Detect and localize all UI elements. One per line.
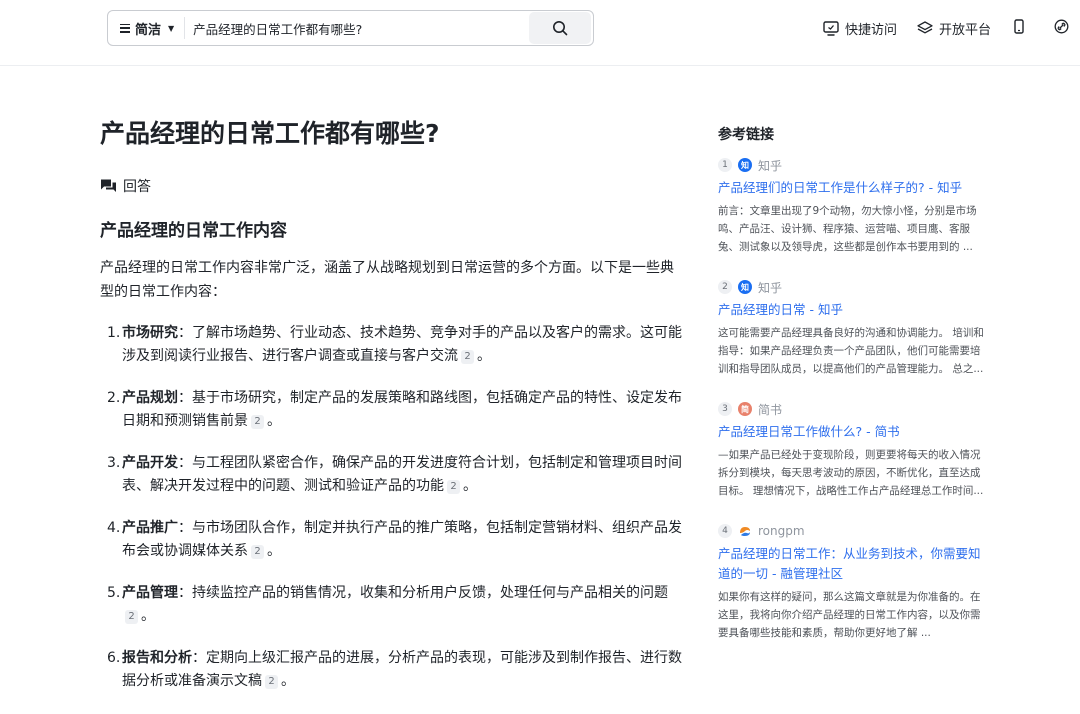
citation-badge[interactable]: 2	[125, 610, 138, 624]
reference-link[interactable]: 产品经理的日常 - 知乎	[718, 300, 988, 320]
reference-links-panel: 参考链接 1 知 知乎 产品经理们的日常工作是什么样子的? - 知乎 前言：文章…	[718, 125, 988, 642]
list-item: 6. 报告和分析：定期向上级汇报产品的进展，分析产品的表现，可能涉及到制作报告、进…	[100, 647, 684, 693]
search-input[interactable]	[185, 13, 529, 43]
list-item-number: 4.	[107, 520, 121, 536]
list-item-end: 。	[477, 348, 491, 364]
nav-quick-label: 快捷访问	[845, 23, 898, 38]
reference-site: 知乎	[758, 158, 783, 173]
reference-number: 2	[718, 280, 732, 294]
reference-item: 2 知 知乎 产品经理的日常 - 知乎 这可能需要产品经理具备良好的沟通和协调能…	[718, 278, 988, 378]
list-item: 5. 产品管理：持续监控产品的销售情况，收集和分析用户反馈，处理任何与产品相关的问…	[100, 582, 684, 628]
page-title: 产品经理的日常工作都有哪些?	[100, 119, 440, 148]
nav-open-label: 开放平台	[939, 23, 992, 38]
list-item-number: 6.	[107, 650, 121, 666]
reference-snippet: —如果产品已经处于变现阶段，则更要将每天的收入情况拆分到模块，每天思考波动的原因…	[718, 449, 984, 497]
reference-site: 简书	[758, 402, 783, 417]
list-item-term: 产品管理	[122, 585, 178, 601]
reference-number: 1	[718, 158, 732, 172]
list-item-term: 报告和分析	[122, 650, 192, 666]
list-item-term: 产品推广	[122, 520, 178, 536]
search-button[interactable]	[529, 12, 591, 44]
reference-item: 4 rongpm 产品经理的日常工作：从业务到技术，你需要知道的一切 - 融管理…	[718, 522, 988, 642]
list-item-text: ：持续监控产品的销售情况，收集和分析用户反馈，处理任何与产品相关的问题	[178, 585, 668, 601]
reference-item: 3 简 简书 产品经理日常工作做什么? - 简书 —如果产品已经处于变现阶段，则…	[718, 400, 988, 500]
link-icon	[1054, 19, 1069, 34]
list-item-end: 。	[267, 543, 281, 559]
list-item: 4. 产品推广：与市场团队合作，制定并执行产品的推广策略，包括制定营销材料、组织产…	[100, 517, 684, 563]
nav-open-platform[interactable]: 开放平台	[917, 19, 991, 38]
list-item-end: 。	[267, 413, 281, 429]
list-item: 2. 产品规划：基于市场研究，制定产品的发展策略和路线图，包括确定产品的特性、设定…	[100, 387, 684, 433]
jianshu-logo-icon: 简	[738, 402, 752, 416]
nav-mobile[interactable]	[1013, 19, 1025, 34]
citation-badge[interactable]: 2	[265, 675, 278, 689]
search-icon	[553, 21, 568, 36]
main-content: 产品经理的日常工作都有哪些? 回答 产品经理的日常工作内容 产品经理的日常工作内…	[100, 100, 684, 712]
menu-lines-icon	[120, 23, 130, 33]
list-item: 3. 产品开发：与工程团队紧密合作，确保产品的开发进度符合计划，包括制定和管理项目…	[100, 452, 684, 498]
monitor-icon	[823, 21, 839, 36]
nav-link[interactable]	[1054, 19, 1069, 34]
reference-number: 4	[718, 524, 732, 538]
list-item-text: ：基于市场研究，制定产品的发展策略和路线图，包括确定产品的特性、设定发布日期和预…	[122, 390, 682, 429]
list-item-text: ：定期向上级汇报产品的进展，分析产品的表现，可能涉及到制作报告、进行数据分析或准…	[122, 650, 682, 689]
work-content-list: 1. 市场研究：了解市场趋势、行业动态、技术趋势、竞争对手的产品以及客户的需求。这…	[100, 322, 684, 693]
list-item-term: 市场研究	[122, 325, 178, 341]
reference-snippet: 如果你有这样的疑问，那么这篇文章就是为你准备的。在这里，我将向你介绍产品经理的日…	[718, 591, 981, 639]
reference-source: 2 知 知乎	[718, 278, 988, 296]
list-item-number: 1.	[107, 325, 121, 341]
reference-source: 1 知 知乎	[718, 156, 988, 174]
answer-section-label: 回答	[100, 176, 684, 196]
phone-icon	[1014, 19, 1024, 34]
reference-link[interactable]: 产品经理日常工作做什么? - 简书	[718, 422, 988, 442]
reference-site: rongpm	[758, 524, 805, 538]
list-item-term: 产品开发	[122, 455, 178, 471]
list-item-number: 5.	[107, 585, 121, 601]
answer-label-text: 回答	[123, 179, 151, 195]
citation-badge[interactable]: 2	[461, 350, 474, 364]
nav-quick-access[interactable]: 快捷访问	[823, 19, 897, 38]
mode-selector[interactable]: 简洁 ▼	[108, 17, 186, 39]
zhihu-logo-icon: 知	[738, 280, 752, 294]
chat-bubble-icon	[101, 179, 116, 192]
citation-badge[interactable]: 2	[251, 545, 264, 559]
zhihu-logo-icon: 知	[738, 158, 752, 172]
reference-site: 知乎	[758, 280, 783, 295]
reference-link[interactable]: 产品经理的日常工作：从业务到技术，你需要知道的一切 - 融管理社区	[718, 544, 988, 584]
top-header: 简洁 ▼ 快捷访问 开放平台	[0, 0, 1080, 66]
list-item-number: 3.	[107, 455, 121, 471]
reference-item: 1 知 知乎 产品经理们的日常工作是什么样子的? - 知乎 前言：文章里出现了9…	[718, 156, 988, 256]
intro-paragraph: 产品经理的日常工作内容非常广泛，涵盖了从战略规划到日常运营的多个方面。以下是一些…	[100, 260, 674, 300]
reference-link[interactable]: 产品经理们的日常工作是什么样子的? - 知乎	[718, 178, 988, 198]
reference-source: 3 简 简书	[718, 400, 988, 418]
citation-badge[interactable]: 2	[447, 480, 460, 494]
layers-icon	[917, 21, 933, 34]
rongpm-logo-icon	[738, 524, 752, 538]
mode-label: 简洁	[135, 22, 162, 38]
section-title: 产品经理的日常工作内容	[100, 221, 287, 241]
list-item-text: ：与市场团队合作，制定并执行产品的推广策略，包括制定营销材料、组织产品发布会或协…	[122, 520, 682, 559]
reference-snippet: 这可能需要产品经理具备良好的沟通和协调能力。 培训和指导：如果产品经理负责一个产…	[718, 327, 984, 375]
citation-badge[interactable]: 2	[251, 415, 264, 429]
list-item-term: 产品规划	[122, 390, 178, 406]
reference-source: 4 rongpm	[718, 522, 988, 540]
caret-down-icon: ▼	[168, 23, 175, 33]
reference-snippet: 前言：文章里出现了9个动物，勿大惊小怪，分别是市场鸣、产品汪、设计狮、程序猿、运…	[718, 205, 977, 253]
list-item-text: ：了解市场趋势、行业动态、技术趋势、竞争对手的产品以及客户的需求。这可能涉及到阅…	[122, 325, 682, 364]
list-item-end: 。	[281, 673, 295, 689]
list-item-end: 。	[463, 478, 477, 494]
search-box: 简洁 ▼	[107, 10, 594, 46]
reference-number: 3	[718, 402, 732, 416]
list-item-number: 2.	[107, 390, 121, 406]
list-item-end: 。	[141, 608, 155, 624]
list-item: 1. 市场研究：了解市场趋势、行业动态、技术趋势、竞争对手的产品以及客户的需求。这…	[100, 322, 684, 368]
refs-title: 参考链接	[718, 127, 774, 143]
list-item-text: ：与工程团队紧密合作，确保产品的开发进度符合计划，包括制定和管理项目时间表、解决…	[122, 455, 682, 494]
